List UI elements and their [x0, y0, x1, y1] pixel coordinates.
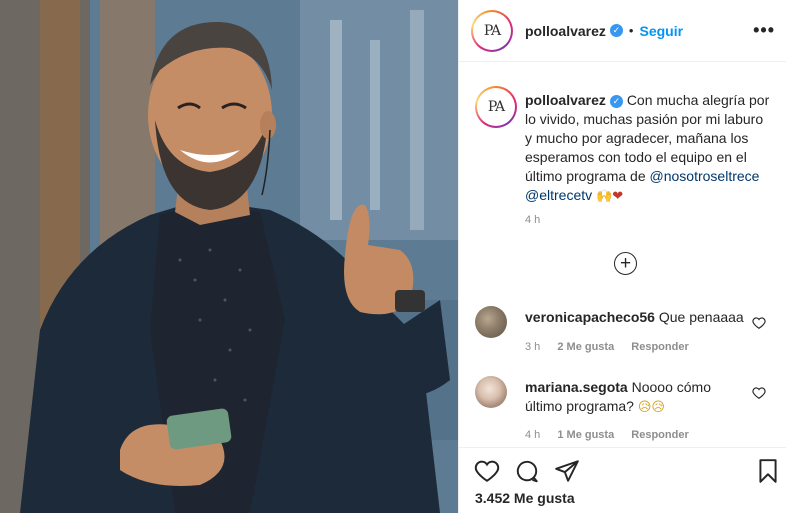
- commenter-avatar[interactable]: [475, 306, 507, 338]
- caption-timestamp[interactable]: 4 h: [525, 214, 540, 226]
- caption-avatar[interactable]: PA: [475, 86, 517, 128]
- comment-meta: 4 h 1 Me gusta Responder: [525, 429, 703, 441]
- caption-text: polloalvarez ✓ Con mucha alegría por lo v…: [525, 91, 770, 206]
- post-side-panel: PA polloalvarez ✓ • Seguir ••• PA polloa…: [458, 0, 786, 513]
- comment-username[interactable]: veronicapacheco56: [525, 309, 655, 325]
- post-caption: PA polloalvarez ✓ Con mucha alegría por l…: [475, 86, 775, 206]
- more-options-icon[interactable]: •••: [753, 20, 775, 41]
- comment-item: mariana.segota Noooo cómo último program…: [475, 376, 775, 417]
- comment-item: veronicapacheco56 Que penaaaa: [475, 306, 775, 338]
- plus-icon: +: [619, 252, 632, 274]
- mention-link[interactable]: @eltrecetv: [525, 187, 592, 203]
- like-heart-icon[interactable]: [474, 458, 500, 484]
- commenter-avatar[interactable]: [475, 376, 507, 408]
- comment-like-heart-icon[interactable]: [752, 386, 766, 400]
- post-photo[interactable]: [0, 0, 458, 513]
- verified-badge-icon: ✓: [609, 94, 623, 108]
- comment-bubble-icon[interactable]: [514, 458, 540, 484]
- post-username[interactable]: polloalvarez: [525, 23, 606, 39]
- follow-button[interactable]: Seguir: [639, 23, 683, 39]
- avatar-logo: PA: [487, 99, 505, 115]
- comment-emojis: 😥😥: [637, 400, 665, 415]
- caption-username[interactable]: polloalvarez: [525, 92, 606, 108]
- comment-time[interactable]: 4 h: [525, 429, 540, 441]
- comment-likes[interactable]: 2 Me gusta: [557, 341, 614, 353]
- comment-like-heart-icon[interactable]: [752, 316, 766, 330]
- mention-link[interactable]: @nosotroseltrece: [650, 168, 760, 184]
- post-photo-illustration: [0, 0, 458, 513]
- post-header: PA polloalvarez ✓ • Seguir •••: [459, 0, 786, 62]
- comment-meta: 3 h 2 Me gusta Responder: [525, 341, 703, 353]
- post-actions-bar: [459, 447, 786, 491]
- load-more-comments-button[interactable]: +: [614, 252, 637, 275]
- separator-dot: •: [628, 23, 634, 38]
- reply-button[interactable]: Responder: [631, 429, 688, 441]
- reply-button[interactable]: Responder: [631, 341, 688, 353]
- comment-text: Que penaaaa: [658, 309, 744, 325]
- profile-avatar[interactable]: PA: [471, 9, 513, 52]
- caption-emojis: 🙌❤: [596, 189, 624, 204]
- avatar-logo: PA: [483, 22, 501, 39]
- comment-username[interactable]: mariana.segota: [525, 379, 628, 395]
- likes-count[interactable]: 3.452 Me gusta: [475, 490, 575, 506]
- comment-likes[interactable]: 1 Me gusta: [557, 429, 614, 441]
- save-bookmark-icon[interactable]: [755, 458, 781, 484]
- share-paper-plane-icon[interactable]: [554, 458, 580, 484]
- comment-time[interactable]: 3 h: [525, 341, 540, 353]
- verified-badge-icon: ✓: [609, 24, 623, 37]
